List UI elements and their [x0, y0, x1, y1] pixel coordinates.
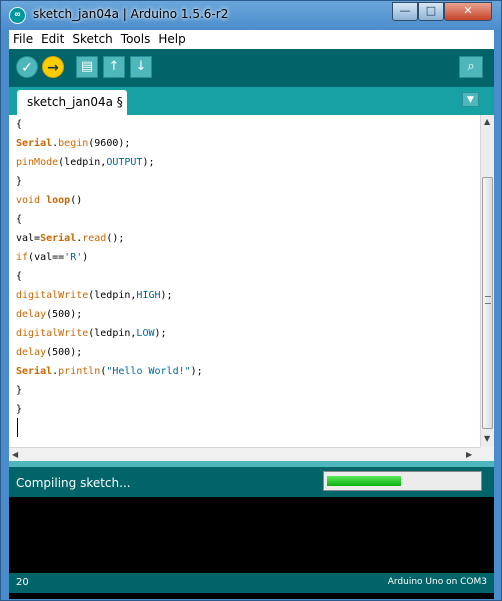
code-line: } [16, 172, 22, 191]
code-token: (ledpin, [88, 328, 137, 339]
code-line: delay(500); [16, 343, 82, 362]
code-line: Serial.begin(9600); [16, 134, 130, 153]
grip-icon [485, 296, 491, 304]
code-token: 'R' [64, 252, 83, 263]
status-bar: Compiling sketch... [9, 467, 494, 497]
editor-vertical-scrollbar[interactable]: ▲ ▼ [480, 115, 494, 447]
code-editor[interactable]: {Serial.begin(9600); pinMode(ledpin,OUTPU… [9, 115, 480, 447]
code-token: ); [190, 366, 203, 377]
toolbar: ✓ → ▤ ↑ ↓ ⌕ [9, 49, 494, 87]
menu-file[interactable]: File [9, 30, 37, 46]
code-token: Serial [16, 138, 53, 149]
code-token: Serial [16, 366, 53, 377]
line-number: 20 [16, 577, 29, 588]
code-token: (val== [28, 252, 65, 263]
new-sketch-button[interactable]: ▤ [76, 56, 98, 78]
code-token: () [70, 195, 83, 206]
code-token: ); [160, 290, 173, 301]
code-token: (500); [46, 347, 83, 358]
code-line: { [16, 115, 22, 134]
board-port-label: Arduino Uno on COM3 [387, 577, 487, 587]
menu-tools[interactable]: Tools [117, 30, 155, 46]
code-token: Serial [40, 233, 77, 244]
footer-bar: 20 Arduino Uno on COM3 [9, 573, 494, 593]
scroll-down-icon[interactable]: ▼ [484, 434, 490, 443]
scroll-right-icon[interactable]: ▶ [466, 450, 472, 459]
maximize-button[interactable]: □ [418, 2, 444, 21]
tab-sketch[interactable]: sketch_jan04a § [17, 90, 127, 115]
minimize-button[interactable]: — [392, 2, 418, 21]
code-line: val=Serial.read(); [16, 229, 124, 248]
code-line: pinMode(ledpin,OUTPUT); [16, 153, 155, 172]
scroll-left-icon[interactable]: ◀ [12, 450, 18, 459]
code-token: } [16, 176, 23, 187]
code-token: } [16, 404, 23, 415]
scroll-up-icon[interactable]: ▲ [484, 117, 490, 126]
code-token: HIGH [136, 290, 161, 301]
status-text: Compiling sketch... [16, 476, 131, 490]
code-token: LOW [136, 328, 155, 339]
tab-menu-button[interactable]: ▼ [462, 92, 479, 107]
code-token: read [82, 233, 107, 244]
code-token: digitalWrite [16, 328, 89, 339]
serial-monitor-button[interactable]: ⌕ [459, 56, 483, 78]
title-bar[interactable]: ∞ sketch_jan04a | Arduino 1.5.6-r2 — □ ✕ [1, 1, 501, 29]
menu-bar: File Edit Sketch Tools Help [9, 30, 494, 49]
scrollbar-corner [480, 447, 494, 461]
code-token: ); [154, 328, 167, 339]
tab-strip: sketch_jan04a § ▼ [9, 87, 494, 115]
text-caret [17, 418, 18, 437]
code-token: println [58, 366, 101, 377]
code-token: ); [142, 157, 155, 168]
code-line: { [16, 210, 22, 229]
code-token: begin [58, 138, 89, 149]
code-token: (); [106, 233, 125, 244]
compile-progress-bar [323, 471, 482, 491]
code-token: delay [16, 309, 47, 320]
code-line: } [16, 381, 22, 400]
progress-fill [327, 476, 401, 486]
window-title: sketch_jan04a | Arduino 1.5.6-r2 [33, 7, 229, 21]
code-line: if(val=='R') [16, 248, 88, 267]
code-token: { [16, 119, 23, 130]
code-token: ) [82, 252, 89, 263]
upload-button[interactable]: → [42, 56, 64, 78]
arduino-logo-icon: ∞ [9, 7, 26, 24]
code-line: delay(500); [16, 305, 82, 324]
code-token: pinMode [16, 157, 59, 168]
save-sketch-button[interactable]: ↓ [130, 56, 152, 78]
arduino-ide-window: ∞ sketch_jan04a | Arduino 1.5.6-r2 — □ ✕… [0, 0, 502, 601]
menu-sketch[interactable]: Sketch [68, 30, 116, 46]
code-token: (ledpin, [58, 157, 107, 168]
code-token: val= [16, 233, 41, 244]
code-token: "Hello World!" [106, 366, 191, 377]
code-token: void [16, 195, 41, 206]
code-token: } [16, 385, 23, 396]
code-token: { [16, 271, 23, 282]
editor-horizontal-scrollbar[interactable]: ◀ ▶ [9, 447, 480, 461]
code-token: (9600); [88, 138, 131, 149]
code-line: void loop() [16, 191, 82, 210]
code-token: loop [46, 195, 71, 206]
menu-edit[interactable]: Edit [37, 30, 68, 46]
code-line: Serial.println("Hello World!"); [16, 362, 203, 381]
code-line: digitalWrite(ledpin,HIGH); [16, 286, 173, 305]
code-token: if [16, 252, 29, 263]
menu-help[interactable]: Help [154, 30, 189, 46]
code-token: digitalWrite [16, 290, 89, 301]
code-token: delay [16, 347, 47, 358]
code-line: digitalWrite(ledpin,LOW); [16, 324, 167, 343]
code-token: (500); [46, 309, 83, 320]
code-token: (ledpin, [88, 290, 137, 301]
open-sketch-button[interactable]: ↑ [103, 56, 125, 78]
code-line: } [16, 400, 22, 419]
verify-button[interactable]: ✓ [16, 56, 38, 78]
code-token: OUTPUT [106, 157, 143, 168]
code-line: { [16, 267, 22, 286]
close-button[interactable]: ✕ [444, 2, 492, 21]
code-token: { [16, 214, 23, 225]
scrollbar-thumb[interactable] [482, 177, 493, 429]
